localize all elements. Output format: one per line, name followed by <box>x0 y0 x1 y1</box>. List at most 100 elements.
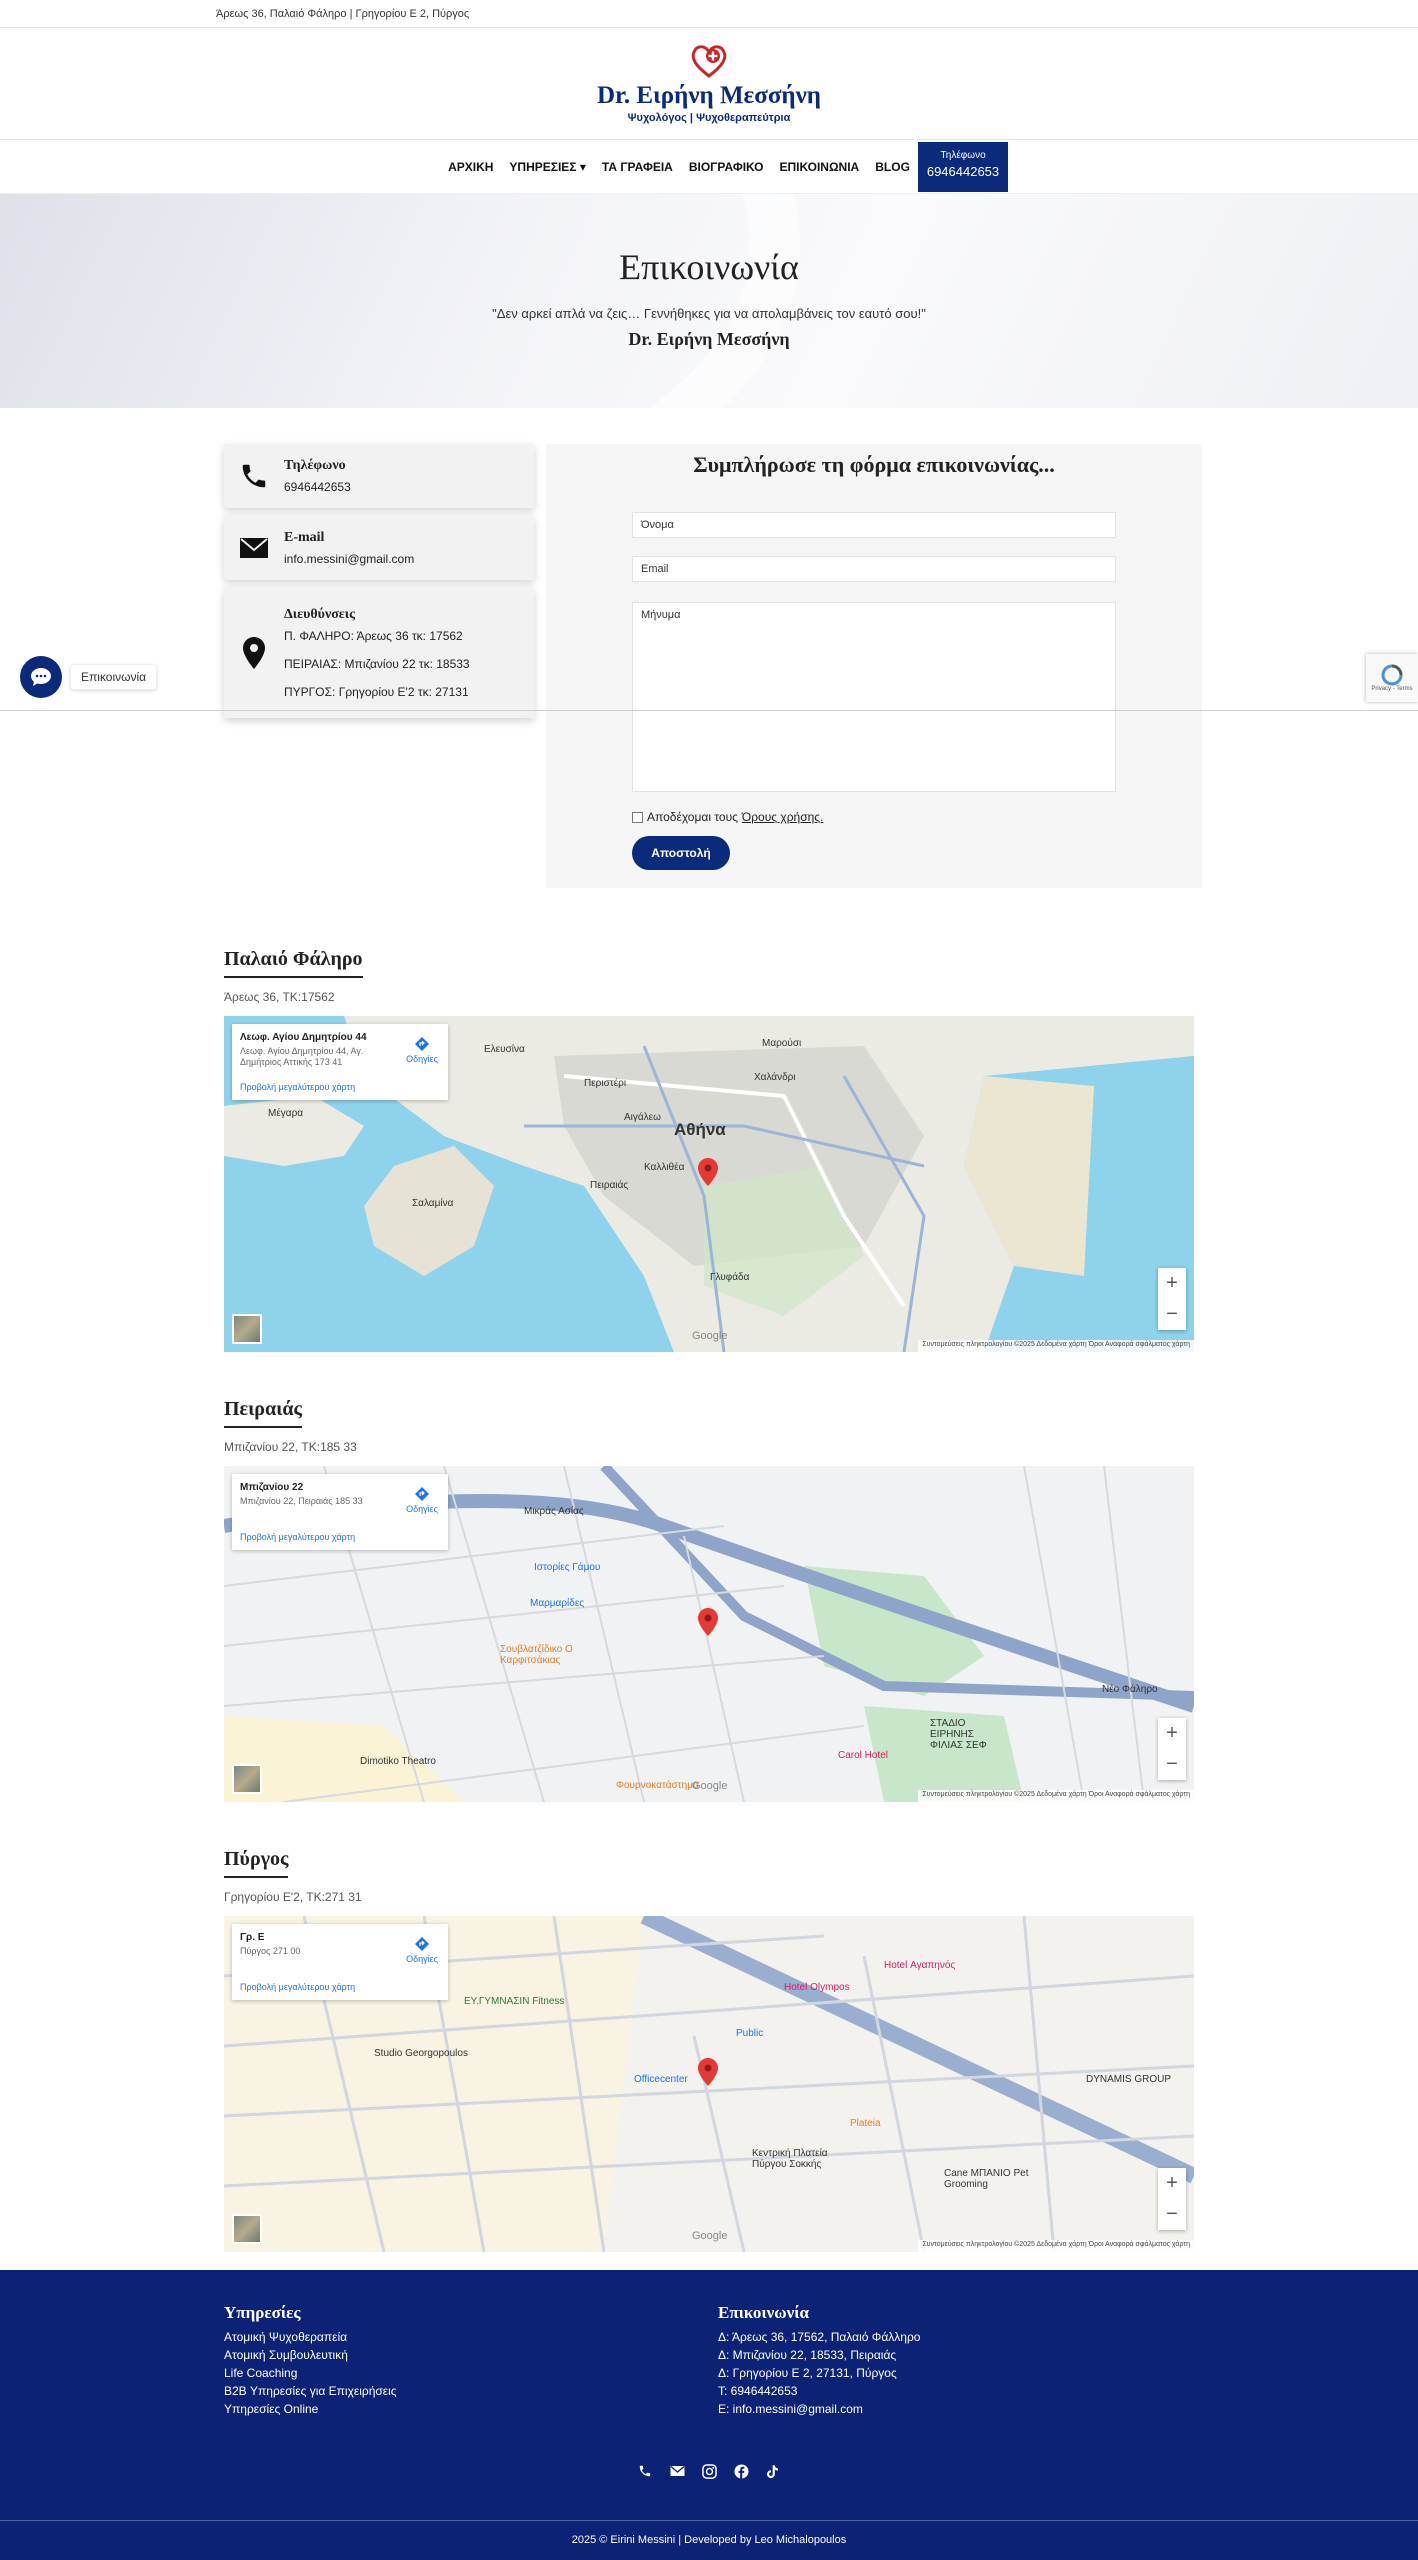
map-faliro[interactable]: Περιστέρι Μαρούσι Χαλάνδρι Αιγάλεω Αθήνα… <box>224 1016 1194 1352</box>
footer-divider <box>0 2520 1418 2521</box>
nav-phone-button[interactable]: Τηλέφωνο 6946442653 <box>918 142 1008 192</box>
larger-map-link[interactable]: Προβολή μεγαλύτερου χάρτη <box>240 1532 355 1542</box>
nav-contact[interactable]: ΕΠΙΚΟΙΝΩΝΙΑ <box>779 160 859 174</box>
directions-link[interactable]: Οδηγίες <box>406 1036 438 1064</box>
terms-checkbox[interactable] <box>632 811 643 823</box>
map-attribution[interactable]: Συντομεύσεις πληκτρολογίου ©2025 Δεδομέν… <box>918 2240 1194 2252</box>
map-pyrgos[interactable]: Hotel Olympos Hotel Αγαπηνός ΕΥ.ΓΥΜΝΑΣΙΝ… <box>224 1916 1194 2252</box>
map-label: Σαλαμίνα <box>412 1198 454 1209</box>
phone-icon <box>224 461 284 491</box>
map-attribution[interactable]: Συντομεύσεις πληκτρολογίου ©2025 Δεδομέν… <box>918 1790 1194 1802</box>
larger-map-link[interactable]: Προβολή μεγαλύτερου χάρτη <box>240 1982 355 1992</box>
zoom-in-button[interactable]: + <box>1166 1272 1178 1295</box>
zoom-controls: + − <box>1158 2168 1186 2230</box>
logo-subtitle: Ψυχολόγος | Ψυχοθεραπεύτρια <box>627 111 791 124</box>
address-line-pyrgos: ΠΥΡΓΟΣ: Γρηγορίου Ε'2 τκ: 27131 <box>284 685 469 699</box>
site-header: Dr. Ειρήνη Μεσσήνη Ψυχολόγος | Ψυχοθεραπ… <box>0 28 1418 140</box>
top-bar: Άρεως 36, Παλαιό Φάληρο | Γρηγορίου Ε 2,… <box>0 0 1418 28</box>
map-card-subtitle: Λεωφ. Αγίου Δημητρίου 44, Αγ. Δημήτριος … <box>240 1046 364 1067</box>
satellite-toggle[interactable] <box>232 2214 262 2244</box>
footer-service-link[interactable]: Υπηρεσίες Online <box>224 2400 397 2418</box>
recaptcha-badge[interactable]: Privacy - Terms <box>1366 654 1418 702</box>
zoom-out-button[interactable]: − <box>1166 1303 1178 1326</box>
location-address: Άρεως 36, ΤΚ:17562 <box>224 990 335 1004</box>
directions-icon <box>415 1037 430 1051</box>
top-bar-address: Άρεως 36, Παλαιό Φάληρο | Γρηγορίου Ε 2,… <box>216 7 470 20</box>
facebook-icon[interactable] <box>732 2462 750 2480</box>
heart-cross-icon[interactable] <box>690 44 728 78</box>
footer-service-link[interactable]: Life Coaching <box>224 2364 397 2382</box>
nav-bio[interactable]: ΒΙΟΓΡΑΦΙΚΟ <box>689 160 764 174</box>
map-label: Hotel Αγαπηνός <box>884 1960 956 1971</box>
satellite-toggle[interactable] <box>232 1764 262 1794</box>
map-label: ΣΤΑΔΙΟ ΕΙΡΗΝΗΣ ΦΙΛΙΑΣ ΣΕΦ <box>930 1718 987 1751</box>
location-address: Μπιζανίου 22, ΤΚ:185 33 <box>224 1440 357 1454</box>
zoom-in-button[interactable]: + <box>1166 2172 1178 2195</box>
terms-link[interactable]: Όρους χρήσης. <box>742 810 823 824</box>
email-card-value[interactable]: info.messini@gmail.com <box>284 552 414 566</box>
footer-service-link[interactable]: Ατομική Συμβουλευτική <box>224 2346 397 2364</box>
message-textarea[interactable]: Μήνυμα <box>632 602 1116 792</box>
recaptcha-text: Privacy - Terms <box>1371 686 1413 692</box>
phone-card-title: Τηλέφωνο <box>284 458 346 473</box>
map-pin-icon[interactable] <box>698 1158 718 1186</box>
instagram-icon[interactable] <box>700 2462 718 2480</box>
logo-title[interactable]: Dr. Ειρήνη Μεσσήνη <box>597 82 821 110</box>
zoom-out-button[interactable]: − <box>1166 1753 1178 1776</box>
submit-button[interactable]: Αποστολή <box>632 836 730 870</box>
phone-card[interactable]: Τηλέφωνο 6946442653 <box>224 444 534 508</box>
email-card[interactable]: E-mail info.messini@gmail.com <box>224 516 534 580</box>
footer-service-link[interactable]: Ατομική Ψυχοθεραπεία <box>224 2328 397 2346</box>
map-pin-icon[interactable] <box>698 1608 718 1636</box>
chat-icon[interactable] <box>20 656 62 698</box>
contact-section: Τηλέφωνο 6946442653 E-mail info.messini@… <box>0 408 1418 948</box>
map-pin-icon[interactable] <box>698 2058 718 2086</box>
nav-phone-number: 6946442653 <box>926 164 1000 179</box>
chat-widget[interactable]: Επικοινωνία <box>20 656 158 698</box>
zoom-in-button[interactable]: + <box>1166 1722 1178 1745</box>
map-peiraias[interactable]: Μικράς Ασίας Ιστορίες Γάμου Μαρμαρίδες Σ… <box>224 1466 1194 1802</box>
page-title: Επικοινωνία <box>619 247 799 287</box>
nav-services[interactable]: ΥΠΗΡΕΣΙΕΣ ▾ <box>509 160 585 174</box>
nav-offices[interactable]: ΤΑ ΓΡΑΦΕΙΑ <box>602 160 673 174</box>
map-label: Σουβλατζίδικο Ο Καρφιτσάκιας <box>500 1644 573 1666</box>
footer-contact-line[interactable]: Ε: info.messini@gmail.com <box>718 2400 920 2418</box>
nav-home[interactable]: ΑΡΧΙΚΗ <box>448 160 493 174</box>
footer-copyright: 2025 © Eirini Messini | Developed by Leo… <box>571 2534 847 2546</box>
nav-blog[interactable]: BLOG <box>875 160 910 174</box>
satellite-toggle[interactable] <box>232 1314 262 1344</box>
location-pyrgos: Πύργος Γρηγορίου Ε'2, ΤΚ:271 31 Hotel Ol… <box>224 1848 1194 2252</box>
tiktok-icon[interactable] <box>764 2462 782 2480</box>
footer-service-link[interactable]: B2B Υπηρεσίες για Επιχειρήσεις <box>224 2382 397 2400</box>
nav-phone-label: Τηλέφωνο <box>940 150 986 161</box>
map-label: Πειραιάς <box>590 1180 629 1191</box>
directions-label: Οδηγίες <box>406 1954 438 1964</box>
map-attribution[interactable]: Συντομεύσεις πληκτρολογίου ©2025 Δεδομέν… <box>918 1340 1194 1352</box>
address-line-faliro: Π. ΦΑΛΗΡΟ: Άρεως 36 τκ: 17562 <box>284 629 463 643</box>
map-label: Φουρνοκατάστημα <box>616 1780 699 1791</box>
footer-contact-line: Δ: Άρεως 36, 17562, Παλαιό Φάλληρο <box>718 2330 921 2344</box>
recaptcha-icon <box>1381 664 1403 686</box>
terms-row: Αποδέχομαι τους Όρους χρήσης. <box>632 810 823 824</box>
directions-link[interactable]: Οδηγίες <box>406 1486 438 1514</box>
name-input[interactable]: Όνομα <box>632 512 1116 538</box>
map-label: Cane ΜΠΑΝΙΟ Pet Grooming <box>944 2168 1029 2190</box>
chat-label[interactable]: Επικοινωνία <box>70 664 158 690</box>
phone-card-value[interactable]: 6946442653 <box>284 480 351 494</box>
directions-link[interactable]: Οδηγίες <box>406 1936 438 1964</box>
footer-social <box>636 2462 782 2480</box>
hero-quote: "Δεν αρκεί απλά να ζεις… Γεννήθηκες για … <box>492 306 926 321</box>
address-line-peiraias: ΠΕΙΡΑΙΑΣ: Μπιζανίου 22 τκ: 18533 <box>284 657 470 671</box>
larger-map-link[interactable]: Προβολή μεγαλύτερου χάρτη <box>240 1082 355 1092</box>
map-label: Studio Georgopoulos <box>374 2048 468 2059</box>
map-label: Hotel Olympos <box>784 1982 850 1993</box>
location-faliro: Παλαιό Φάληρο Άρεως 36, ΤΚ:17562 Περιστέ… <box>224 948 1194 1352</box>
zoom-out-button[interactable]: − <box>1166 2203 1178 2226</box>
email-input[interactable]: Email <box>632 556 1116 582</box>
hero-author: Dr. Ειρήνη Μεσσήνη <box>628 329 790 349</box>
phone-icon[interactable] <box>636 2462 654 2480</box>
map-info-card: Μπιζανίου 22 Μπιζανίου 22, Πειραιάς 185 … <box>232 1474 448 1550</box>
footer-contact-line[interactable]: Τ: 6946442653 <box>718 2382 920 2400</box>
envelope-icon[interactable] <box>668 2462 686 2480</box>
footer-contact-line: Δ: Μπιζανίου 22, 18533, Πειραιάς <box>718 2348 897 2362</box>
